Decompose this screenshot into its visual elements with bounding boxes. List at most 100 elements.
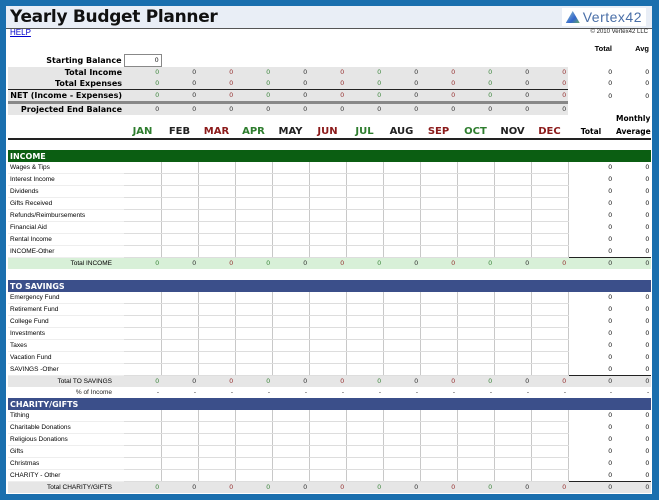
amount-input-cell[interactable] bbox=[420, 457, 458, 470]
amount-input-cell[interactable] bbox=[494, 245, 532, 258]
amount-input-cell[interactable] bbox=[457, 162, 495, 174]
amount-input-cell[interactable] bbox=[235, 339, 273, 352]
amount-input-cell[interactable] bbox=[272, 245, 310, 258]
amount-input-cell[interactable] bbox=[124, 421, 162, 434]
amount-input-cell[interactable] bbox=[198, 445, 236, 458]
amount-input-cell[interactable] bbox=[124, 245, 162, 258]
amount-input-cell[interactable] bbox=[161, 221, 199, 234]
amount-input-cell[interactable] bbox=[309, 221, 347, 234]
amount-input-cell[interactable] bbox=[161, 327, 199, 340]
amount-input-cell[interactable] bbox=[124, 303, 162, 316]
amount-input-cell[interactable] bbox=[235, 221, 273, 234]
amount-input-cell[interactable] bbox=[420, 315, 458, 328]
amount-input-cell[interactable] bbox=[198, 469, 236, 482]
amount-input-cell[interactable] bbox=[309, 197, 347, 210]
amount-input-cell[interactable] bbox=[161, 469, 199, 482]
amount-input-cell[interactable] bbox=[161, 185, 199, 198]
amount-input-cell[interactable] bbox=[346, 245, 384, 258]
amount-input-cell[interactable] bbox=[346, 185, 384, 198]
amount-input-cell[interactable] bbox=[420, 185, 458, 198]
amount-input-cell[interactable] bbox=[272, 197, 310, 210]
amount-input-cell[interactable] bbox=[309, 363, 347, 376]
amount-input-cell[interactable] bbox=[124, 233, 162, 246]
amount-input-cell[interactable] bbox=[198, 245, 236, 258]
amount-input-cell[interactable] bbox=[198, 197, 236, 210]
amount-input-cell[interactable] bbox=[235, 162, 273, 174]
amount-input-cell[interactable] bbox=[457, 433, 495, 446]
amount-input-cell[interactable] bbox=[531, 303, 569, 316]
amount-input-cell[interactable] bbox=[124, 173, 162, 186]
amount-input-cell[interactable] bbox=[198, 457, 236, 470]
amount-input-cell[interactable] bbox=[346, 209, 384, 222]
amount-input-cell[interactable] bbox=[531, 209, 569, 222]
amount-input-cell[interactable] bbox=[494, 327, 532, 340]
amount-input-cell[interactable] bbox=[124, 469, 162, 482]
amount-input-cell[interactable] bbox=[309, 185, 347, 198]
amount-input-cell[interactable] bbox=[383, 197, 421, 210]
amount-input-cell[interactable] bbox=[420, 209, 458, 222]
amount-input-cell[interactable] bbox=[383, 433, 421, 446]
amount-input-cell[interactable] bbox=[309, 457, 347, 470]
amount-input-cell[interactable] bbox=[383, 339, 421, 352]
amount-input-cell[interactable] bbox=[383, 303, 421, 316]
amount-input-cell[interactable] bbox=[198, 162, 236, 174]
amount-input-cell[interactable] bbox=[457, 303, 495, 316]
amount-input-cell[interactable] bbox=[494, 421, 532, 434]
amount-input-cell[interactable] bbox=[346, 445, 384, 458]
amount-input-cell[interactable] bbox=[531, 457, 569, 470]
amount-input-cell[interactable] bbox=[531, 221, 569, 234]
amount-input-cell[interactable] bbox=[531, 433, 569, 446]
amount-input-cell[interactable] bbox=[235, 421, 273, 434]
amount-input-cell[interactable] bbox=[198, 233, 236, 246]
amount-input-cell[interactable] bbox=[124, 327, 162, 340]
amount-input-cell[interactable] bbox=[161, 245, 199, 258]
starting-balance-input[interactable]: 0 bbox=[123, 54, 162, 67]
amount-input-cell[interactable] bbox=[531, 327, 569, 340]
amount-input-cell[interactable] bbox=[235, 445, 273, 458]
amount-input-cell[interactable] bbox=[272, 457, 310, 470]
amount-input-cell[interactable] bbox=[309, 327, 347, 340]
amount-input-cell[interactable] bbox=[272, 433, 310, 446]
amount-input-cell[interactable] bbox=[383, 221, 421, 234]
amount-input-cell[interactable] bbox=[346, 351, 384, 364]
amount-input-cell[interactable] bbox=[272, 469, 310, 482]
amount-input-cell[interactable] bbox=[420, 245, 458, 258]
amount-input-cell[interactable] bbox=[198, 351, 236, 364]
amount-input-cell[interactable] bbox=[198, 421, 236, 434]
amount-input-cell[interactable] bbox=[457, 327, 495, 340]
amount-input-cell[interactable] bbox=[272, 185, 310, 198]
amount-input-cell[interactable] bbox=[272, 339, 310, 352]
amount-input-cell[interactable] bbox=[346, 303, 384, 316]
amount-input-cell[interactable] bbox=[457, 363, 495, 376]
amount-input-cell[interactable] bbox=[420, 469, 458, 482]
amount-input-cell[interactable] bbox=[420, 327, 458, 340]
amount-input-cell[interactable] bbox=[494, 445, 532, 458]
amount-input-cell[interactable] bbox=[420, 339, 458, 352]
amount-input-cell[interactable] bbox=[420, 303, 458, 316]
amount-input-cell[interactable] bbox=[383, 445, 421, 458]
amount-input-cell[interactable] bbox=[309, 233, 347, 246]
amount-input-cell[interactable] bbox=[346, 339, 384, 352]
amount-input-cell[interactable] bbox=[198, 303, 236, 316]
amount-input-cell[interactable] bbox=[420, 197, 458, 210]
amount-input-cell[interactable] bbox=[161, 209, 199, 222]
amount-input-cell[interactable] bbox=[272, 233, 310, 246]
amount-input-cell[interactable] bbox=[346, 469, 384, 482]
amount-input-cell[interactable] bbox=[383, 173, 421, 186]
amount-input-cell[interactable] bbox=[531, 351, 569, 364]
amount-input-cell[interactable] bbox=[235, 245, 273, 258]
amount-input-cell[interactable] bbox=[235, 363, 273, 376]
amount-input-cell[interactable] bbox=[235, 292, 273, 304]
amount-input-cell[interactable] bbox=[272, 410, 310, 422]
amount-input-cell[interactable] bbox=[309, 445, 347, 458]
amount-input-cell[interactable] bbox=[161, 351, 199, 364]
amount-input-cell[interactable] bbox=[457, 233, 495, 246]
amount-input-cell[interactable] bbox=[420, 445, 458, 458]
amount-input-cell[interactable] bbox=[124, 197, 162, 210]
amount-input-cell[interactable] bbox=[309, 303, 347, 316]
amount-input-cell[interactable] bbox=[309, 245, 347, 258]
amount-input-cell[interactable] bbox=[346, 315, 384, 328]
amount-input-cell[interactable] bbox=[346, 327, 384, 340]
amount-input-cell[interactable] bbox=[161, 162, 199, 174]
amount-input-cell[interactable] bbox=[457, 245, 495, 258]
